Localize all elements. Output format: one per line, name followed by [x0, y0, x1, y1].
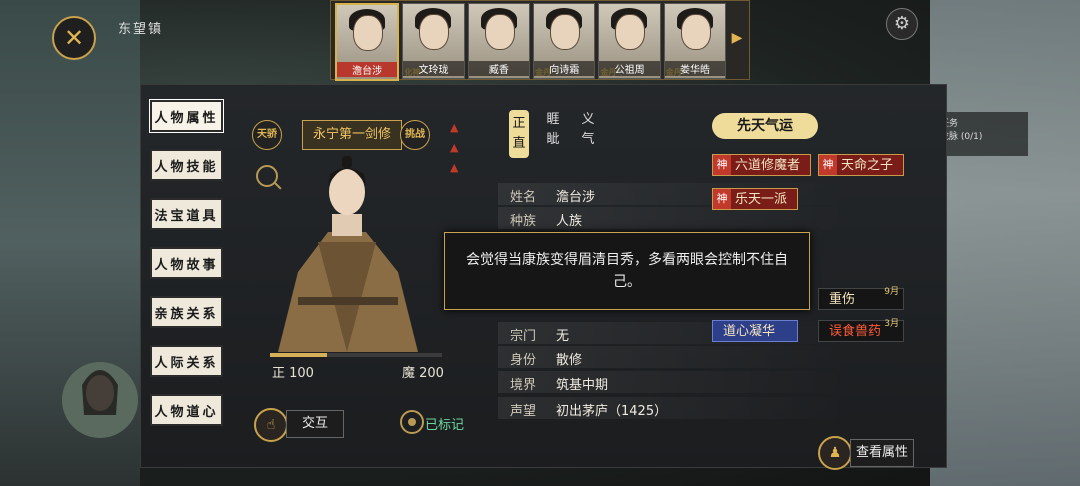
eye-icon[interactable] — [400, 410, 424, 434]
trait-tooltip: 会觉得当康族变得眉清目秀，多看两眼会控制不住自己。 — [444, 232, 810, 310]
status-injury[interactable]: 重伤 9月 — [818, 287, 904, 310]
hand-icon[interactable]: ☝ — [254, 408, 288, 442]
portrait-card[interactable]: 化神 文玲珑 — [402, 3, 465, 79]
next-page-arrow-icon[interactable]: ▶ — [729, 3, 745, 73]
portrait-card[interactable]: 金丹 向诗霜 — [533, 3, 596, 79]
menu-skills[interactable]: 人物技能 — [150, 149, 223, 181]
portrait-card[interactable]: 臧香 — [467, 3, 531, 79]
title-tag[interactable]: 永宁第一剑修 — [302, 120, 403, 150]
portrait-bar: 筑基 澹台涉 化神 文玲珑 臧香 金丹 向诗霜 金丹 公祖周 金丹 娄华皓 ▶ — [330, 0, 750, 81]
tab-vengeful[interactable]: 睚 眦 — [543, 110, 563, 150]
portrait-name: 向诗霜 — [534, 61, 595, 76]
info-row-realm: 境界 筑基中期 — [498, 371, 848, 393]
settings-gear-icon[interactable]: ⚙ — [886, 8, 918, 40]
challenge-badge[interactable]: 挑战 — [400, 120, 430, 150]
scene-title: 东望镇 — [118, 22, 164, 37]
morality-bar — [270, 353, 442, 357]
close-button[interactable]: ✕ — [52, 16, 96, 60]
tianjiao-badge[interactable]: 天骄 — [252, 120, 282, 150]
menu-story[interactable]: 人物故事 — [150, 247, 223, 279]
portrait-card[interactable]: 筑基 澹台涉 — [335, 3, 400, 81]
interact-button[interactable]: 交互 — [286, 410, 344, 438]
evil-value: 魔 200 — [402, 366, 444, 381]
portrait-name: 公祖周 — [599, 61, 660, 76]
view-attributes-button[interactable]: 查看属性 — [850, 439, 914, 467]
status-poison[interactable]: 误食兽药 3月 — [818, 319, 904, 342]
portrait-name: 臧香 — [468, 61, 530, 76]
portrait-card[interactable]: 金丹 娄华皓 — [663, 3, 727, 79]
portrait-name: 娄华皓 — [664, 61, 726, 76]
menu-dao-heart[interactable]: 人物道心 — [150, 394, 223, 426]
info-row-identity: 身份 散修 — [498, 346, 848, 368]
tab-loyal[interactable]: 义 气 — [578, 110, 598, 150]
portrait-name: 文玲珑 — [403, 61, 464, 76]
companion-portrait[interactable] — [40, 345, 140, 445]
character-figure — [278, 156, 418, 352]
attributes-icon[interactable]: ♟ — [818, 436, 852, 470]
menu-attributes[interactable]: 人物属性 — [149, 99, 224, 133]
trait-icon: 神 — [713, 189, 731, 209]
trait-icon: 神 — [713, 155, 731, 175]
info-row-race: 种族 人族 — [498, 207, 848, 229]
trait-icon: 神 — [819, 155, 837, 175]
menu-relations[interactable]: 人际关系 — [150, 345, 223, 377]
marked-label[interactable]: 已标记 — [425, 414, 464, 433]
background-mountain — [930, 0, 1080, 486]
info-row-reputation: 声望 初出茅庐（1425） — [498, 397, 848, 419]
tab-upright[interactable]: 正 直 — [509, 110, 529, 158]
portrait-name: 澹台涉 — [337, 62, 398, 77]
trait-badge[interactable]: 神乐天一派 — [712, 188, 799, 210]
trait-badge[interactable]: 神天命之子 — [818, 154, 905, 176]
portrait-card[interactable]: 金丹 公祖周 — [598, 3, 661, 79]
status-dao-heart[interactable]: 道心凝华 — [712, 320, 798, 342]
flame-icon: ▲ ▲ ▲ — [450, 121, 459, 174]
close-icon: ✕ — [63, 24, 85, 52]
innate-luck-title: 先天气运 — [712, 113, 818, 139]
menu-family[interactable]: 亲族关系 — [150, 296, 223, 328]
menu-items[interactable]: 法宝道具 — [150, 198, 223, 230]
trait-badge[interactable]: 神六道修魔者 — [712, 154, 812, 176]
good-value: 正 100 — [272, 366, 314, 381]
